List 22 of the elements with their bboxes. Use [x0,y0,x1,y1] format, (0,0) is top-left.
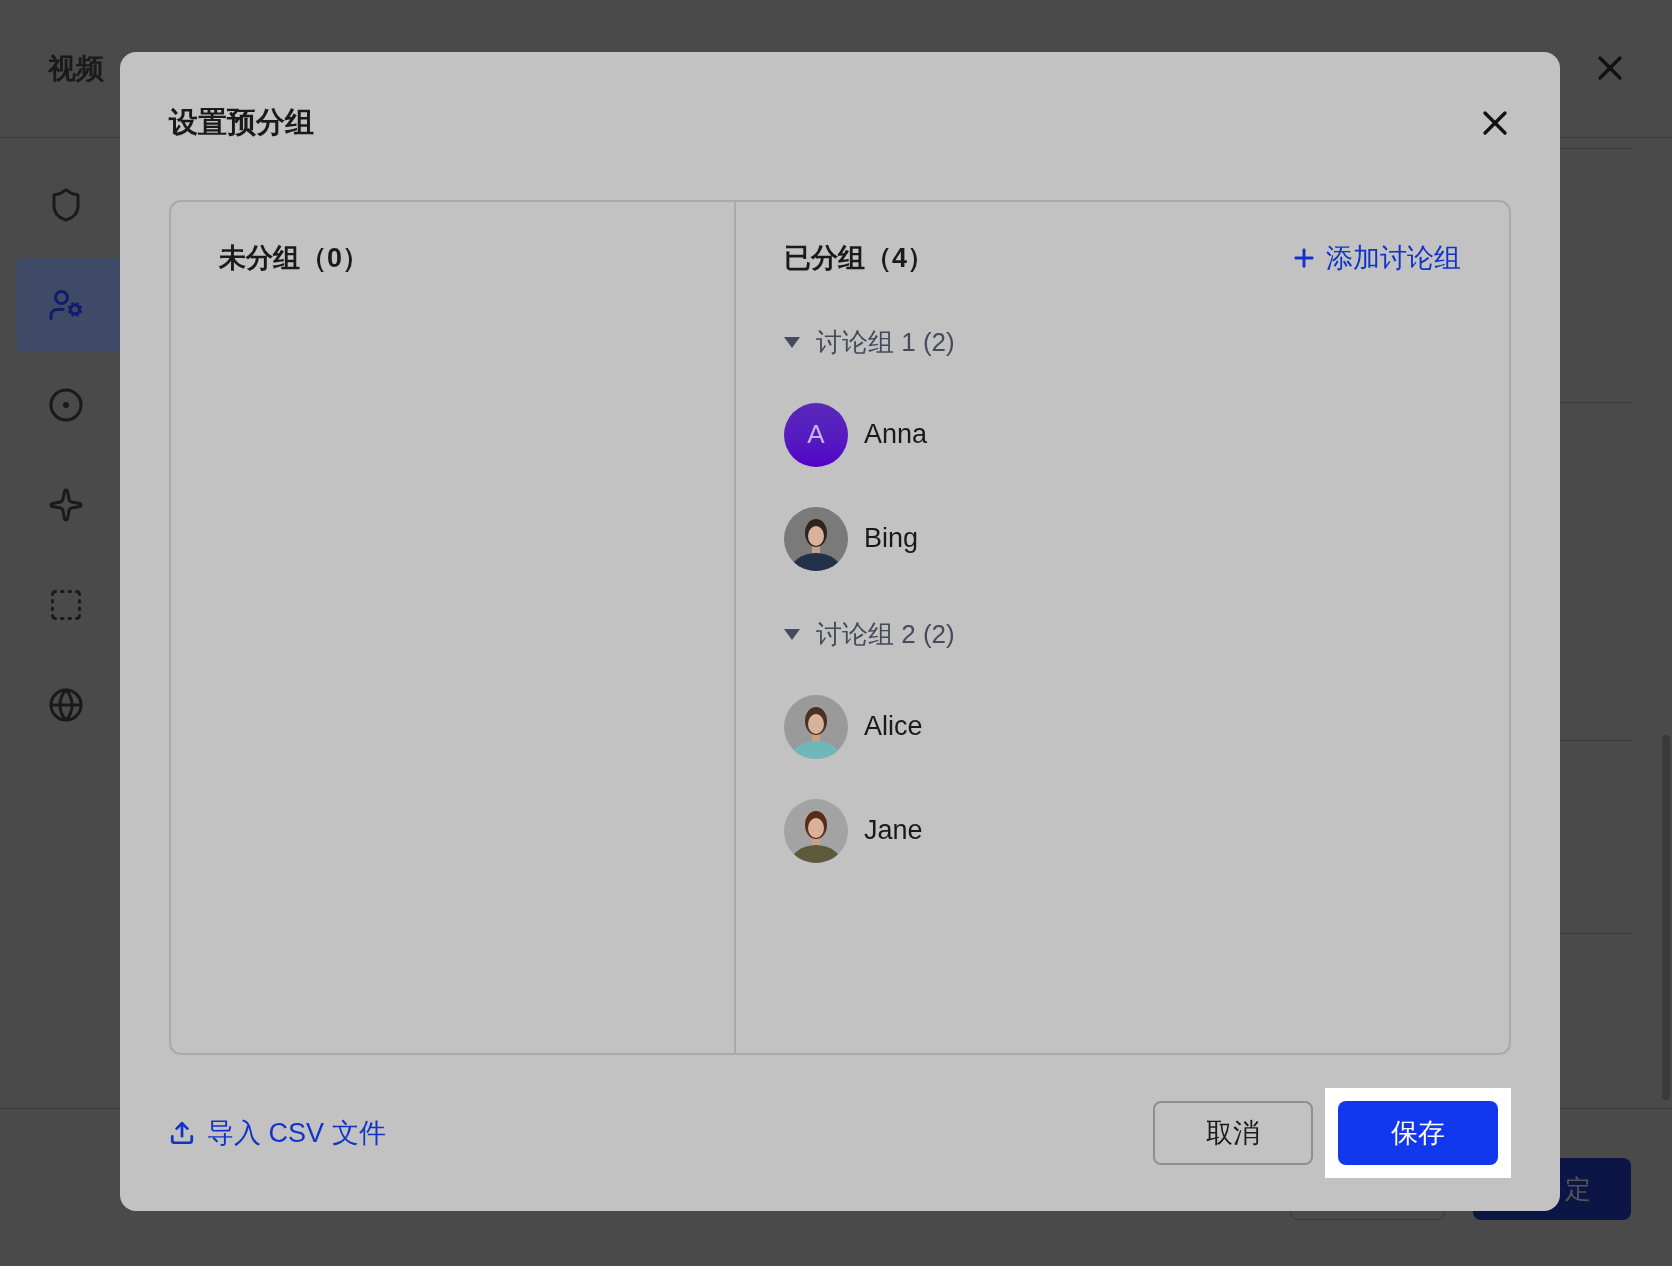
caret-icon [784,336,800,349]
save-button[interactable]: 保存 [1338,1101,1498,1165]
group-header[interactable]: 讨论组 1 (2) [784,322,1461,363]
member-name: Anna [864,418,928,452]
upload-icon [169,1120,195,1146]
record-icon [48,387,84,423]
group-header[interactable]: 讨论组 2 (2) [784,614,1461,655]
column-heading: 已分组（4） [784,242,935,275]
globe-icon [48,687,84,723]
dashed-square-icon [48,587,84,623]
import-csv-link[interactable]: 导入 CSV 文件 [169,1112,386,1154]
cancel-button[interactable]: 取消 [1153,1101,1313,1165]
avatar: A [784,402,848,467]
member-name: Jane [864,814,923,848]
add-group-link[interactable]: 添加讨论组 [1290,238,1461,279]
user-gear-icon [48,287,84,323]
member-name: Bing [864,522,919,556]
sparkle-icon [48,487,84,523]
column-heading: 未分组（0） [219,243,370,273]
dialog-title: 设置预分组 [169,105,314,141]
caret-icon [784,628,800,641]
member-name: Alice [864,710,923,744]
